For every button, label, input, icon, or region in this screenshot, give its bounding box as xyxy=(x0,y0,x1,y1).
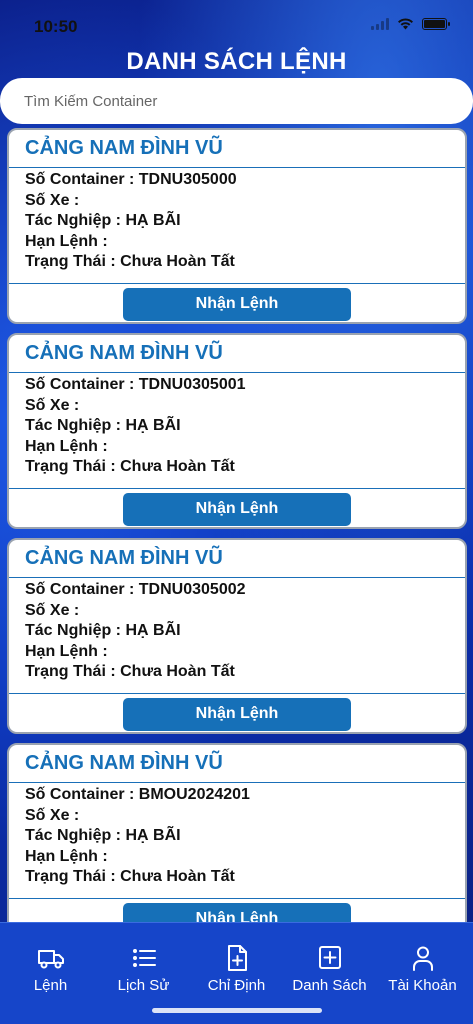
accept-order-button[interactable]: Nhận Lệnh xyxy=(123,697,351,731)
vehicle-number: Số Xe : xyxy=(25,601,80,619)
container-number: Số Container : TDNU0305002 xyxy=(25,581,246,598)
order-status: Trạng Thái : Chưa Hoàn Tất xyxy=(25,868,235,885)
home-indicator xyxy=(152,1008,322,1013)
search-input[interactable] xyxy=(24,92,473,110)
plus-square-icon xyxy=(318,946,341,969)
order-list[interactable]: CẢNG NAM ĐÌNH VŨ Số Container : TDNU3050… xyxy=(7,128,467,923)
card-header: CẢNG NAM ĐÌNH VŨ xyxy=(9,745,465,783)
operation-type: Tác Nghiệp : HẠ BÃI xyxy=(25,417,181,434)
accept-order-button[interactable]: Nhận Lệnh xyxy=(123,287,351,321)
battery-icon xyxy=(422,18,450,30)
status-bar: 10:50 xyxy=(0,0,473,52)
truck-icon xyxy=(37,950,64,969)
order-deadline: Hạn Lệnh : xyxy=(25,437,108,455)
tab-label: Lệnh xyxy=(33,977,68,994)
list-icon xyxy=(132,949,156,967)
order-card: CẢNG NAM ĐÌNH VŨ Số Container : TDNU0305… xyxy=(7,538,467,734)
card-header: CẢNG NAM ĐÌNH VŨ xyxy=(9,130,465,168)
order-status: Trạng Thái : Chưa Hoàn Tất xyxy=(25,253,235,270)
vehicle-number: Số Xe : xyxy=(25,191,80,209)
cellular-signal-icon xyxy=(371,18,389,30)
tab-account[interactable]: Tài Khoản xyxy=(376,943,469,1024)
vehicle-number: Số Xe : xyxy=(25,396,80,414)
port-name: CẢNG NAM ĐÌNH VŨ xyxy=(25,752,223,774)
order-card: CẢNG NAM ĐÌNH VŨ Số Container : TDNU3050… xyxy=(7,128,467,324)
order-deadline: Hạn Lệnh : xyxy=(25,642,108,660)
status-icons xyxy=(371,18,450,30)
container-number: Số Container : TDNU0305001 xyxy=(25,376,246,393)
order-card: CẢNG NAM ĐÌNH VŨ Số Container : TDNU0305… xyxy=(7,333,467,529)
card-footer: Nhận Lệnh xyxy=(9,283,465,322)
port-name: CẢNG NAM ĐÌNH VŨ xyxy=(25,137,223,159)
card-header: CẢNG NAM ĐÌNH VŨ xyxy=(9,540,465,578)
operation-type: Tác Nghiệp : HẠ BÃI xyxy=(25,622,181,639)
accept-order-button[interactable]: Nhận Lệnh xyxy=(123,902,351,923)
vehicle-number: Số Xe : xyxy=(25,806,80,824)
card-body: Số Container : TDNU0305002 Số Xe : Tác N… xyxy=(9,578,465,683)
tab-label: Chỉ Định xyxy=(207,977,266,994)
page-title: DANH SÁCH LỆNH xyxy=(126,48,347,75)
container-number: Số Container : BMOU2024201 xyxy=(25,786,250,803)
status-time: 10:50 xyxy=(34,17,78,36)
card-body: Số Container : TDNU305000 Số Xe : Tác Ng… xyxy=(9,168,465,273)
wifi-icon xyxy=(398,18,413,30)
card-footer: Nhận Lệnh xyxy=(9,898,465,923)
card-body: Số Container : BMOU2024201 Số Xe : Tác N… xyxy=(9,783,465,888)
container-number: Số Container : TDNU305000 xyxy=(25,171,237,188)
card-body: Số Container : TDNU0305001 Số Xe : Tác N… xyxy=(9,373,465,478)
card-footer: Nhận Lệnh xyxy=(9,488,465,527)
order-card: CẢNG NAM ĐÌNH VŨ Số Container : BMOU2024… xyxy=(7,743,467,923)
card-header: CẢNG NAM ĐÌNH VŨ xyxy=(9,335,465,373)
order-status: Trạng Thái : Chưa Hoàn Tất xyxy=(25,663,235,680)
order-deadline: Hạn Lệnh : xyxy=(25,847,108,865)
tab-label: Tài Khoản xyxy=(388,977,457,994)
document-add-icon xyxy=(227,945,247,971)
tab-label: Danh Sách xyxy=(292,977,367,994)
port-name: CẢNG NAM ĐÌNH VŨ xyxy=(25,342,223,364)
port-name: CẢNG NAM ĐÌNH VŨ xyxy=(25,547,223,569)
user-icon xyxy=(412,946,433,971)
tab-label: Lịch Sử xyxy=(117,977,170,994)
operation-type: Tác Nghiệp : HẠ BÃI xyxy=(25,827,181,844)
order-status: Trạng Thái : Chưa Hoàn Tất xyxy=(25,458,235,475)
order-deadline: Hạn Lệnh : xyxy=(25,232,108,250)
operation-type: Tác Nghiệp : HẠ BÃI xyxy=(25,212,181,229)
search-bar[interactable] xyxy=(0,78,473,124)
accept-order-button[interactable]: Nhận Lệnh xyxy=(123,492,351,526)
card-footer: Nhận Lệnh xyxy=(9,693,465,732)
tab-orders[interactable]: Lệnh xyxy=(4,943,97,1024)
